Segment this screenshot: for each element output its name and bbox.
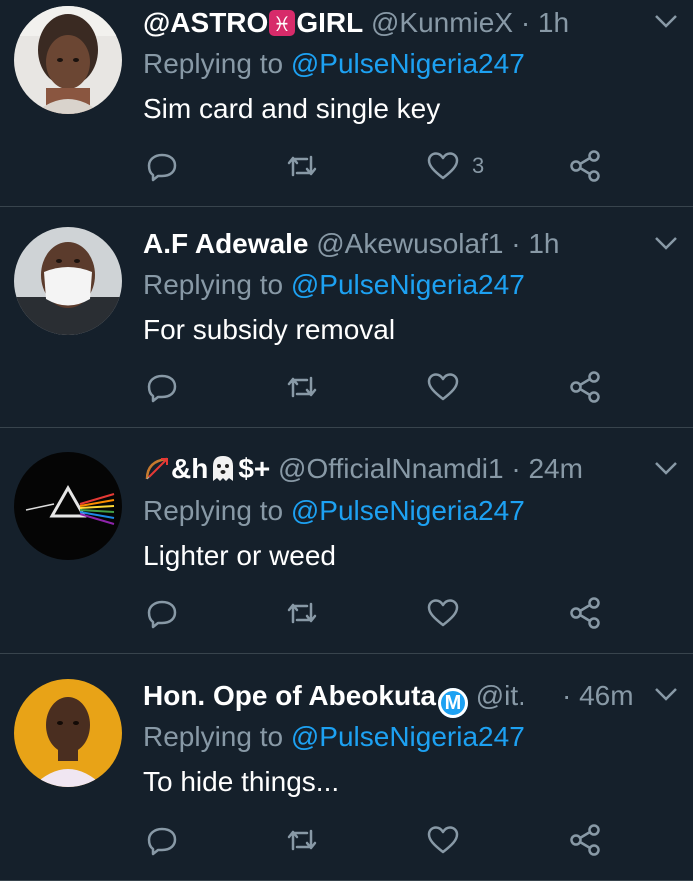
- replying-to: Replying to @PulseNigeria247: [143, 495, 525, 526]
- reply-button[interactable]: [145, 593, 179, 633]
- tweet[interactable]: &h $+ @OfficialNnamdi1 · 24m Replying to …: [0, 428, 693, 654]
- separator-dot: ·: [562, 680, 572, 711]
- retweet-icon: [287, 376, 317, 398]
- reply-button[interactable]: [145, 367, 179, 407]
- retweet-icon: [287, 602, 317, 624]
- tweet[interactable]: A.F Adewale @Akewusolaf1 · 1h Replying t…: [0, 207, 693, 428]
- share-button[interactable]: [568, 367, 602, 407]
- replying-to: Replying to @PulseNigeria247: [143, 721, 525, 752]
- tweet-text: To hide things...: [143, 766, 340, 797]
- tweet-time-block: · 46m: [562, 679, 633, 713]
- timestamp[interactable]: 24m: [528, 453, 582, 484]
- heart-icon: [427, 599, 459, 627]
- bow-and-arrow-emoji: [143, 455, 171, 491]
- separator-dot: ·: [511, 228, 521, 259]
- timestamp[interactable]: 46m: [579, 680, 633, 711]
- avatar[interactable]: [14, 452, 122, 560]
- replying-to: Replying to @PulseNigeria247: [143, 269, 525, 300]
- avatar[interactable]: [14, 679, 122, 787]
- avatar[interactable]: [14, 6, 122, 114]
- tweet-actions: 3: [0, 146, 693, 186]
- separator-dot: ·: [520, 7, 531, 38]
- chevron-down-icon[interactable]: [653, 459, 679, 477]
- tweet[interactable]: @ASTRO ♓ GIRL @KunmieX · 1h Replying to @P…: [0, 0, 693, 207]
- reply-icon: [147, 827, 177, 856]
- mention-link[interactable]: @PulseNigeria247: [291, 721, 525, 752]
- tweet-text: Lighter or weed: [143, 540, 337, 571]
- retweet-button[interactable]: [285, 146, 319, 186]
- tweet-header: Hon. Ope of AbeokutaM @it...: [143, 679, 523, 718]
- share-button[interactable]: [568, 820, 602, 860]
- separator-dot: ·: [511, 453, 521, 484]
- retweet-icon: [287, 829, 317, 851]
- user-handle[interactable]: @it...: [476, 680, 523, 711]
- mention-link[interactable]: @PulseNigeria247: [291, 495, 525, 526]
- reply-icon: [147, 153, 177, 182]
- retweet-button[interactable]: [285, 820, 319, 860]
- display-name[interactable]: A.F Adewale: [143, 228, 308, 259]
- share-icon: [570, 597, 600, 629]
- tweet-header: &h $+ @OfficialNnamdi1 · 24m: [143, 452, 633, 491]
- like-button[interactable]: [426, 820, 472, 860]
- tweet-header: A.F Adewale @Akewusolaf1 · 1h: [143, 227, 633, 261]
- share-button[interactable]: [568, 146, 602, 186]
- timestamp[interactable]: 1h: [538, 7, 569, 38]
- retweet-button[interactable]: [285, 367, 319, 407]
- retweet-icon: [287, 155, 317, 177]
- display-name[interactable]: &h $+: [143, 453, 270, 484]
- reply-button[interactable]: [145, 820, 179, 860]
- tweet[interactable]: Hon. Ope of AbeokutaM @it... · 46m Reply…: [0, 654, 693, 881]
- replying-to: Replying to @PulseNigeria247: [143, 48, 525, 79]
- like-button[interactable]: [426, 593, 472, 633]
- svg-text:♓: ♓: [273, 12, 291, 36]
- reply-button[interactable]: [145, 146, 179, 186]
- like-button[interactable]: [426, 367, 472, 407]
- share-button[interactable]: [568, 593, 602, 633]
- tweet-text: For subsidy removal: [143, 314, 396, 345]
- user-handle[interactable]: @OfficialNnamdi1: [278, 453, 504, 484]
- heart-icon: [427, 826, 459, 854]
- verified-badge: M: [437, 688, 468, 718]
- chevron-down-icon[interactable]: [653, 685, 679, 703]
- like-count: 3: [472, 153, 485, 178]
- heart-icon: [427, 373, 459, 401]
- mention-link[interactable]: @PulseNigeria247: [291, 269, 525, 300]
- tweet-actions: [0, 820, 693, 860]
- share-icon: [570, 150, 600, 182]
- tweet-actions: [0, 593, 693, 633]
- tweet-text: Sim card and single key: [143, 93, 441, 124]
- avatar[interactable]: [14, 227, 122, 335]
- pisces-emoji: ♓: [268, 9, 296, 45]
- display-name[interactable]: Hon. Ope of Abeokuta M: [143, 680, 468, 718]
- tweet-header: @ASTRO ♓ GIRL @KunmieX · 1h: [143, 6, 633, 45]
- reply-icon: [147, 600, 177, 629]
- tweet-actions: [0, 367, 693, 407]
- user-handle[interactable]: @Akewusolaf1: [316, 228, 503, 259]
- share-icon: [570, 371, 600, 403]
- retweet-button[interactable]: [285, 593, 319, 633]
- user-handle[interactable]: @KunmieX: [371, 7, 513, 38]
- display-name[interactable]: @ASTRO ♓ GIRL: [143, 7, 363, 38]
- chevron-down-icon[interactable]: [653, 12, 679, 30]
- mention-link[interactable]: @PulseNigeria247: [291, 48, 525, 79]
- ghost-emoji: [208, 453, 238, 491]
- timestamp[interactable]: 1h: [528, 228, 559, 259]
- reply-icon: [147, 374, 177, 403]
- share-icon: [570, 824, 600, 856]
- like-button[interactable]: 3: [426, 146, 484, 186]
- heart-icon: [427, 152, 459, 180]
- chevron-down-icon[interactable]: [653, 234, 679, 252]
